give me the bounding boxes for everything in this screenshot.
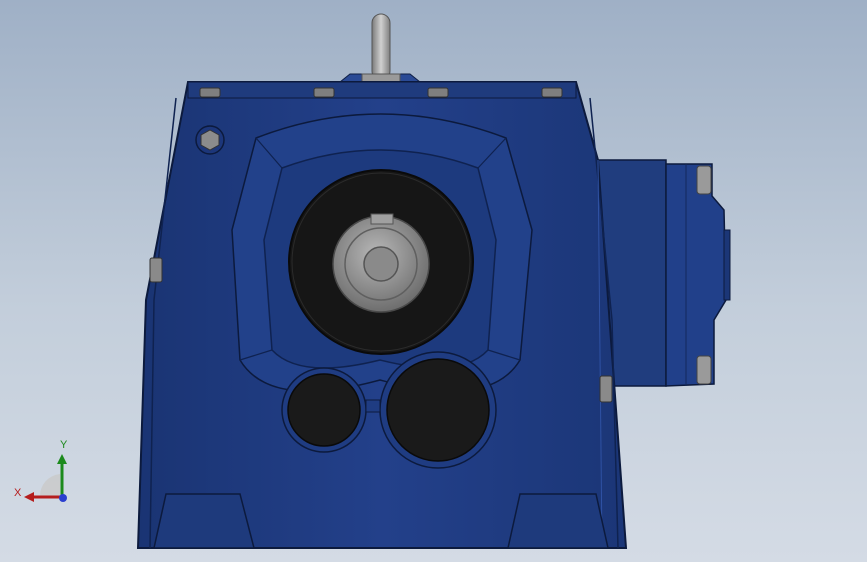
z-axis-dot [59,494,67,502]
oil-plug [195,125,225,155]
cad-viewport[interactable]: Y X [0,0,867,562]
triad-plane [39,474,60,496]
lifting-eye [338,13,422,85]
axis-triad: Y X [12,440,76,510]
gearbox-model[interactable] [0,0,867,562]
output-bore [288,169,474,355]
